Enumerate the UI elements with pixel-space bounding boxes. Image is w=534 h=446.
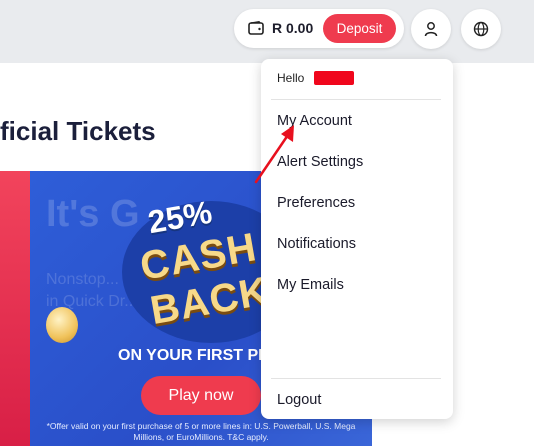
menu-item-logout[interactable]: Logout <box>277 392 321 408</box>
promo-subtitle: ON YOUR FIRST PI <box>118 347 263 364</box>
banner-background-title: It's G <box>46 193 140 235</box>
globe-icon <box>473 21 489 37</box>
account-dropdown-menu: Hello My Account Alert Settings Preferen… <box>261 59 453 419</box>
promo-fineprint: *Offer valid on your first purchase of 5… <box>46 421 356 442</box>
menu-item-notifications[interactable]: Notifications <box>277 236 356 252</box>
page-title: ficial Tickets <box>0 116 156 146</box>
play-now-button[interactable]: Play now <box>141 376 261 415</box>
annotation-arrow-icon <box>254 125 294 184</box>
greeting-text: Hello <box>277 71 305 85</box>
wallet-balance: R 0.00 <box>272 20 314 36</box>
coin-icon <box>46 307 78 343</box>
redacted-username <box>314 71 354 85</box>
menu-item-preferences[interactable]: Preferences <box>277 195 355 211</box>
menu-item-my-emails[interactable]: My Emails <box>277 277 344 293</box>
wallet-icon <box>248 21 264 35</box>
carousel-prev-banner[interactable] <box>0 171 30 446</box>
wallet-pill[interactable]: R 0.00 Deposit <box>234 9 404 48</box>
user-icon <box>424 22 438 37</box>
menu-divider <box>271 99 441 100</box>
language-button[interactable] <box>461 9 501 49</box>
top-navigation-bar: R 0.00 Deposit <box>0 0 534 63</box>
account-button[interactable] <box>411 9 451 49</box>
deposit-button[interactable]: Deposit <box>323 14 396 43</box>
menu-divider <box>271 378 441 379</box>
